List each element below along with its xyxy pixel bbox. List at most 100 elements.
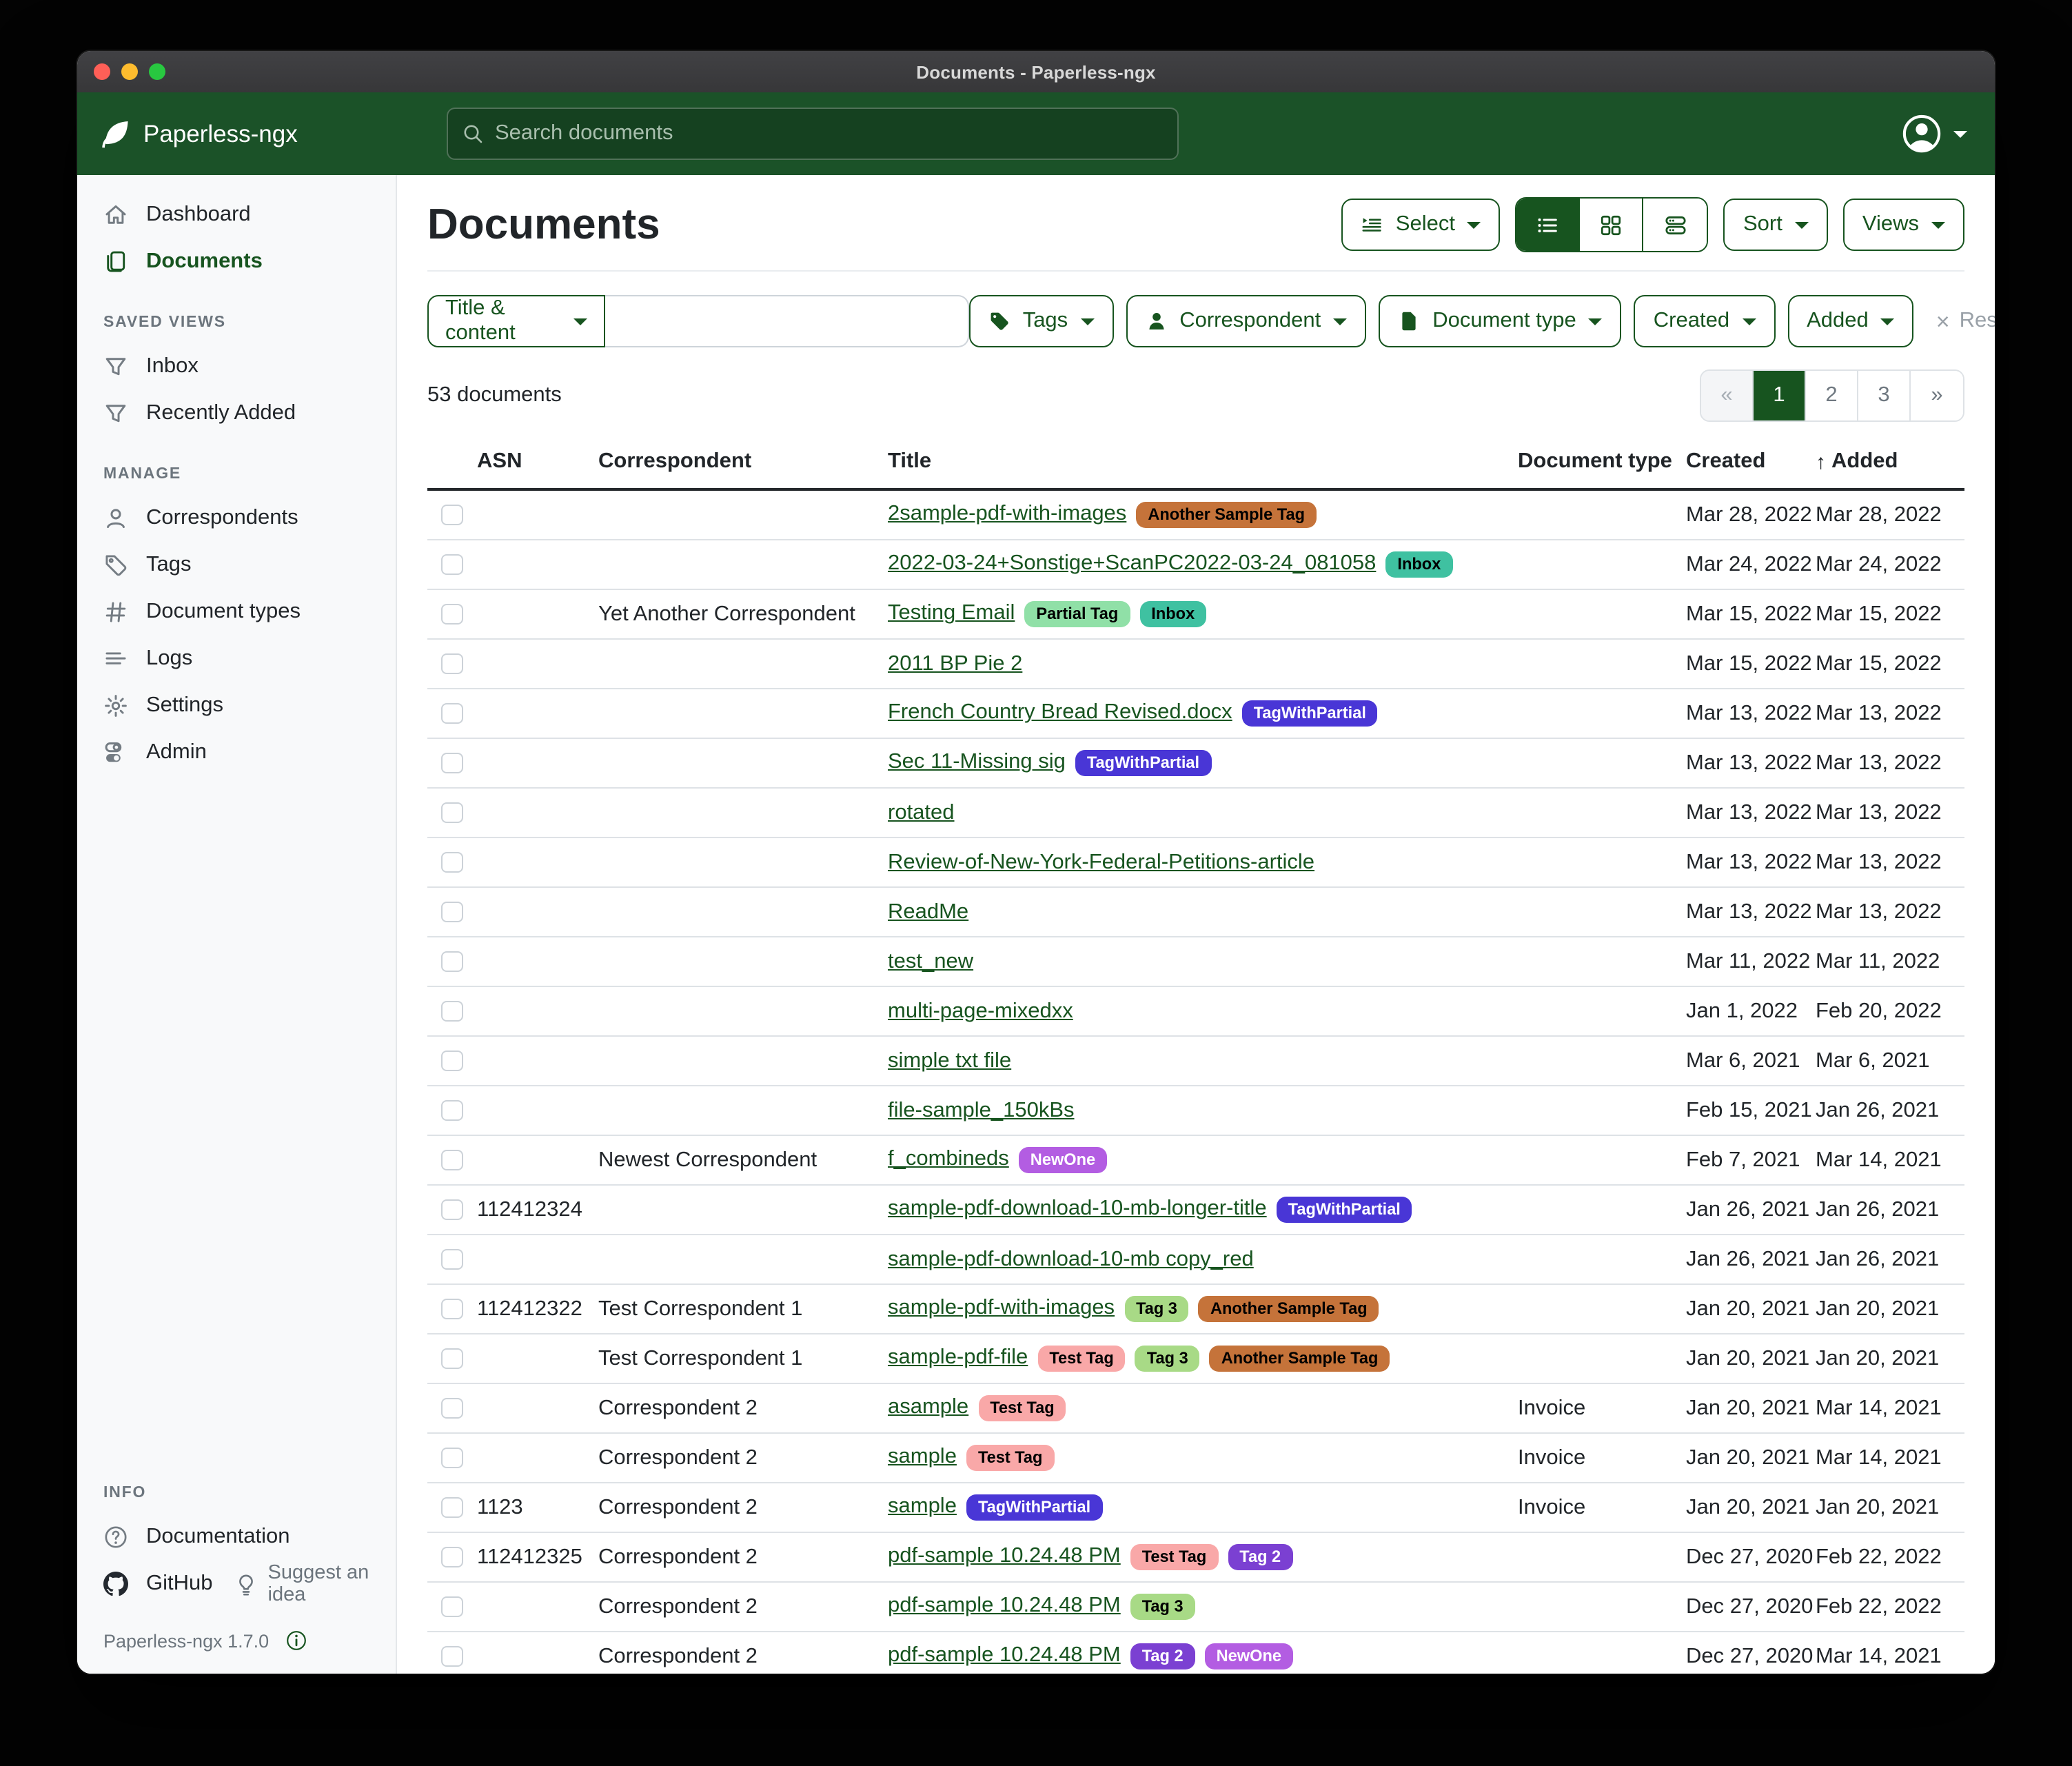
tags-filter-button[interactable]: Tags	[969, 295, 1114, 347]
tag-badge[interactable]: Tag 2	[1130, 1643, 1195, 1670]
row-checkbox[interactable]	[441, 604, 463, 625]
grid-view-button[interactable]	[1581, 199, 1644, 251]
tag-badge[interactable]: Another Sample Tag	[1199, 1295, 1379, 1323]
sidebar-item-tags[interactable]: Tags	[77, 542, 396, 589]
tag-badge[interactable]: Test Tag	[1037, 1345, 1126, 1372]
document-link[interactable]: sample	[888, 1495, 957, 1520]
column-header-correspondent[interactable]: Correspondent	[598, 449, 888, 474]
select-button[interactable]: Select	[1342, 199, 1501, 251]
document-type-filter-button[interactable]: Document type	[1379, 295, 1622, 347]
sidebar-item-documentation[interactable]: Documentation	[77, 1514, 396, 1561]
row-checkbox[interactable]	[441, 554, 463, 576]
sort-button[interactable]: Sort	[1724, 199, 1828, 251]
document-link[interactable]: simple txt file	[888, 1048, 1011, 1073]
document-link[interactable]: sample-pdf-file	[888, 1346, 1028, 1371]
row-checkbox[interactable]	[441, 1398, 463, 1419]
minimize-window-button[interactable]	[121, 63, 138, 80]
tag-badge[interactable]: NewOne	[1205, 1643, 1293, 1670]
row-checkbox[interactable]	[441, 1497, 463, 1519]
row-checkbox[interactable]	[441, 1100, 463, 1121]
detail-view-button[interactable]	[1644, 199, 1707, 251]
search-input[interactable]	[495, 121, 1164, 146]
document-link[interactable]: Sec 11-Missing sig	[888, 751, 1066, 775]
column-header-added[interactable]: ↑ Added	[1816, 449, 1964, 474]
sidebar-item-documents[interactable]: Documents	[77, 238, 396, 285]
row-checkbox[interactable]	[441, 505, 463, 526]
tag-badge[interactable]: Another Sample Tag	[1136, 501, 1317, 529]
tag-badge[interactable]: Test Tag	[1130, 1543, 1219, 1571]
row-checkbox[interactable]	[441, 1348, 463, 1370]
suggest-idea-link[interactable]: Suggest an idea	[235, 1562, 396, 1606]
document-link[interactable]: French Country Bread Revised.docx	[888, 701, 1232, 726]
tag-badge[interactable]: Tag 3	[1135, 1345, 1200, 1372]
zoom-window-button[interactable]	[149, 63, 165, 80]
row-checkbox[interactable]	[441, 1051, 463, 1072]
sidebar-item-dashboard[interactable]: Dashboard	[77, 192, 396, 238]
brand[interactable]: Paperless-ngx	[77, 118, 397, 150]
tag-badge[interactable]: TagWithPartial	[966, 1494, 1102, 1521]
tag-badge[interactable]: TagWithPartial	[1242, 700, 1378, 727]
document-link[interactable]: sample-pdf-download-10-mb copy_red	[888, 1247, 1254, 1272]
document-link[interactable]: sample-pdf-download-10-mb-longer-title	[888, 1197, 1267, 1222]
sidebar-item-settings[interactable]: Settings	[77, 682, 396, 729]
document-link[interactable]: pdf-sample 10.24.48 PM	[888, 1594, 1121, 1619]
user-menu[interactable]	[1901, 113, 1995, 154]
document-link[interactable]: test_new	[888, 949, 973, 974]
document-link[interactable]: rotated	[888, 800, 955, 825]
row-checkbox[interactable]	[441, 802, 463, 824]
row-checkbox[interactable]	[441, 703, 463, 724]
document-link[interactable]: sample-pdf-with-images	[888, 1297, 1115, 1321]
row-checkbox[interactable]	[441, 753, 463, 774]
document-link[interactable]: f_combineds	[888, 1148, 1009, 1173]
row-checkbox[interactable]	[441, 1001, 463, 1022]
page-button-2[interactable]: 2	[1806, 371, 1858, 420]
document-link[interactable]: sample	[888, 1445, 957, 1470]
document-link[interactable]: pdf-sample 10.24.48 PM	[888, 1545, 1121, 1570]
tag-badge[interactable]: Partial Tag	[1024, 600, 1130, 628]
document-link[interactable]: pdf-sample 10.24.48 PM	[888, 1644, 1121, 1669]
views-button[interactable]: Views	[1843, 199, 1964, 251]
document-link[interactable]: Review-of-New-York-Federal-Petitions-art…	[888, 850, 1314, 875]
row-checkbox[interactable]	[441, 1249, 463, 1270]
sidebar-item-github[interactable]: GitHub	[77, 1561, 221, 1607]
sidebar-item-recently-added[interactable]: Recently Added	[77, 390, 396, 437]
column-header-created[interactable]: Created	[1686, 449, 1816, 474]
row-checkbox[interactable]	[441, 1150, 463, 1171]
sidebar-item-correspondents[interactable]: Correspondents	[77, 495, 396, 542]
sidebar-item-document-types[interactable]: Document types	[77, 589, 396, 636]
reset-filters-button[interactable]: × Reset filters	[1936, 309, 1995, 334]
row-checkbox[interactable]	[441, 902, 463, 923]
row-checkbox[interactable]	[441, 1547, 463, 1568]
column-header-asn[interactable]: ASN	[477, 449, 598, 474]
list-view-button[interactable]	[1517, 199, 1581, 251]
tag-badge[interactable]: Another Sample Tag	[1210, 1345, 1390, 1372]
created-filter-button[interactable]: Created	[1634, 295, 1775, 347]
row-checkbox[interactable]	[441, 951, 463, 973]
document-link[interactable]: asample	[888, 1396, 968, 1421]
info-circle-icon[interactable]	[285, 1630, 307, 1652]
tag-badge[interactable]: Test Tag	[978, 1394, 1066, 1422]
column-header-title[interactable]: Title	[888, 449, 1518, 474]
document-link[interactable]: Testing Email	[888, 602, 1015, 627]
sidebar-item-admin[interactable]: Admin	[77, 729, 396, 776]
tag-badge[interactable]: NewOne	[1019, 1146, 1107, 1174]
page-button-3[interactable]: 3	[1858, 371, 1911, 420]
tag-badge[interactable]: Tag 2	[1228, 1543, 1292, 1571]
row-checkbox[interactable]	[441, 1646, 463, 1667]
column-header-document-type[interactable]: Document type	[1518, 449, 1686, 474]
tag-badge[interactable]: TagWithPartial	[1075, 749, 1211, 777]
filter-field-dropdown[interactable]: Title & content	[427, 295, 606, 347]
row-checkbox[interactable]	[441, 1596, 463, 1618]
page-button-1[interactable]: 1	[1754, 371, 1806, 420]
added-filter-button[interactable]: Added	[1787, 295, 1914, 347]
tag-badge[interactable]: Test Tag	[966, 1444, 1055, 1472]
tag-badge[interactable]: TagWithPartial	[1277, 1196, 1412, 1224]
page-button--[interactable]: »	[1911, 371, 1963, 420]
document-link[interactable]: multi-page-mixedxx	[888, 999, 1073, 1024]
tag-badge[interactable]: Inbox	[1385, 551, 1452, 578]
row-checkbox[interactable]	[441, 1448, 463, 1469]
document-link[interactable]: 2011 BP Pie 2	[888, 651, 1022, 676]
document-link[interactable]: file-sample_150kBs	[888, 1098, 1075, 1123]
row-checkbox[interactable]	[441, 1299, 463, 1320]
sidebar-item-logs[interactable]: Logs	[77, 636, 396, 682]
